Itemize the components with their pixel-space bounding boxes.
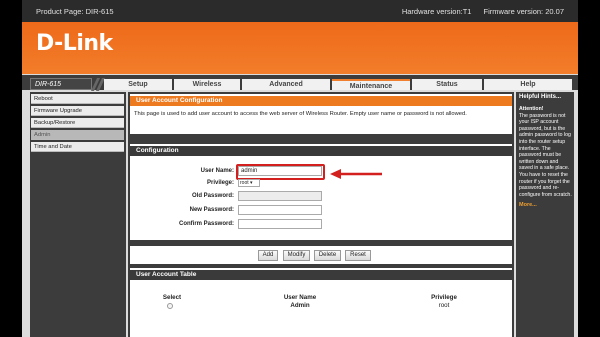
privilege-label: Privilege:: [206, 180, 234, 186]
tab-help[interactable]: Help: [484, 79, 572, 90]
sidebar-item-time-and-date[interactable]: Time and Date: [31, 142, 124, 152]
sidebar-item-reboot[interactable]: Reboot: [31, 94, 124, 104]
help-title: Helpful Hints...: [519, 94, 561, 100]
privilege-value: root: [240, 180, 249, 186]
dlink-logo: D-Link: [36, 31, 113, 56]
product-page-label: Product Page: DIR-615: [36, 7, 114, 16]
username-label: User Name:: [200, 168, 234, 174]
old-password-label: Old Password:: [191, 193, 234, 199]
sidebar-item-backup-restore[interactable]: Backup/Restore: [31, 118, 124, 128]
help-attention: Attention!: [519, 106, 544, 112]
tab-status[interactable]: Status: [412, 79, 482, 90]
brand-banner: D-Link: [22, 22, 578, 74]
privilege-select[interactable]: root ▾: [238, 179, 260, 187]
account-config-description: This page is used to add user account to…: [134, 111, 467, 117]
version-info: Hardware version:T1 Firmware version: 20…: [392, 7, 564, 16]
hardware-version: Hardware version:T1: [401, 7, 472, 16]
tab-setup[interactable]: Setup: [104, 79, 172, 90]
tab-maintenance[interactable]: Maintenance: [332, 79, 410, 90]
confirm-password-field[interactable]: [238, 219, 322, 229]
col-header-username: User Name: [283, 294, 317, 301]
configuration-title: Configuration: [130, 146, 512, 156]
account-config-title: User Account Configuration: [130, 96, 512, 106]
delete-button[interactable]: Delete: [314, 250, 341, 261]
cell-username: Admin: [290, 302, 310, 309]
reset-button[interactable]: Reset: [345, 250, 371, 261]
firmware-version: Firmware version: 20.07: [483, 7, 564, 16]
old-password-field[interactable]: [238, 191, 322, 201]
sidebar-item-firmware-upgrade[interactable]: Firmware Upgrade: [31, 106, 124, 116]
confirm-password-label: Confirm Password:: [178, 221, 234, 227]
highlight-box: [236, 164, 325, 180]
sidebar: [30, 92, 126, 337]
help-text: Attention! The password is not your ISP …: [519, 106, 573, 198]
col-header-select: Select: [162, 294, 182, 301]
top-info-bar: Product Page: DIR-615 Hardware version:T…: [22, 0, 578, 22]
red-arrow-icon: [330, 169, 382, 179]
tab-advanced[interactable]: Advanced: [242, 79, 330, 90]
add-button[interactable]: Add: [258, 250, 278, 261]
modify-button[interactable]: Modify: [283, 250, 310, 261]
col-header-privilege: Privilege: [431, 294, 457, 301]
sidebar-item-admin[interactable]: Admin: [31, 130, 124, 140]
user-table-title: User Account Table: [130, 270, 512, 280]
help-more-link[interactable]: More...: [519, 202, 537, 208]
browser-frame: Product Page: DIR-615 Hardware version:T…: [22, 0, 578, 337]
new-password-field[interactable]: [238, 205, 322, 215]
new-password-label: New Password:: [189, 207, 234, 213]
help-body: The password is not your ISP account pas…: [519, 112, 572, 198]
cell-privilege: root: [438, 302, 450, 309]
tab-wireless[interactable]: Wireless: [174, 79, 240, 90]
model-badge: DIR-615: [30, 78, 92, 90]
row-select-radio[interactable]: [167, 303, 173, 309]
